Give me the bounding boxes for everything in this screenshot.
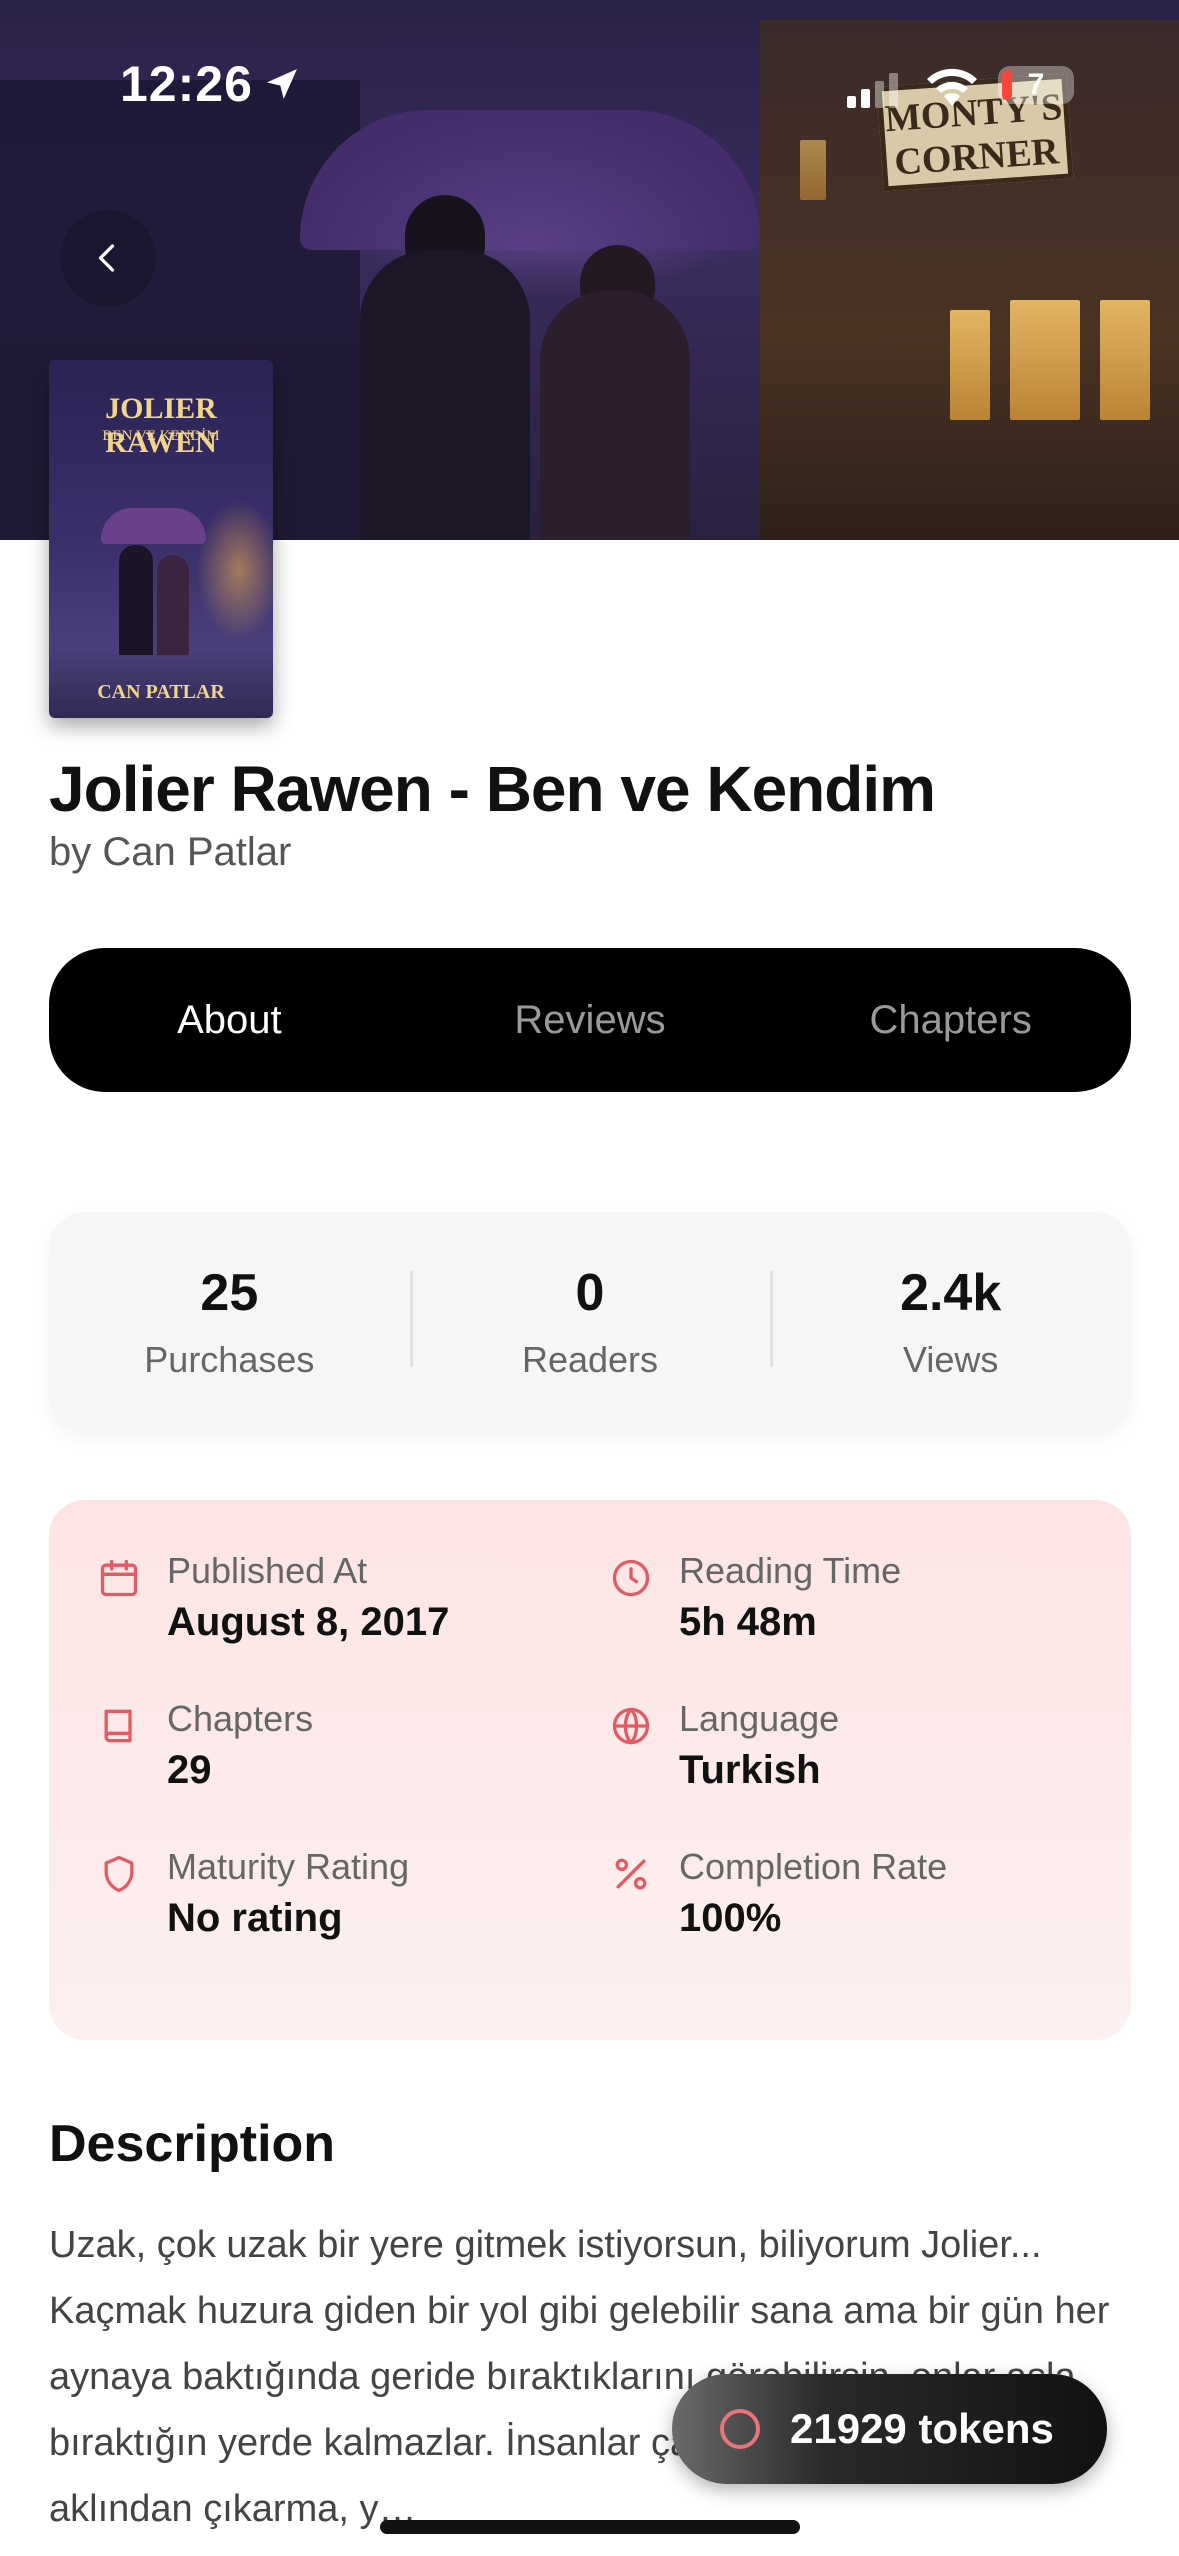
tab-chapters[interactable]: Chapters [770, 948, 1131, 1092]
detail-maturity-rating: Maturity Rating No rating [97, 1846, 577, 1956]
detail-value: 100% [679, 1896, 782, 1940]
stat-readers: 0 Readers [409, 1263, 771, 1381]
battery-percentage: 7 [1027, 68, 1045, 101]
detail-label: Completion Rate [679, 1846, 948, 1887]
book-cover: JOLIER RAWEN BEN VE KENDİM CAN PATLAR [49, 360, 273, 718]
globe-icon [612, 1707, 650, 1745]
detail-value: August 8, 2017 [167, 1600, 450, 1644]
detail-value: 5h 48m [679, 1600, 817, 1644]
stat-label: Views [902, 1339, 999, 1380]
home-indicator[interactable] [380, 2520, 800, 2534]
tokens-label: 21929 tokens [790, 2405, 1054, 2452]
stat-value: 25 [200, 1264, 259, 1322]
hero-window [1100, 300, 1150, 420]
status-time: 12:26 [120, 56, 253, 112]
clock-icon [612, 1559, 650, 1597]
detail-label: Reading Time [679, 1550, 902, 1591]
stat-label: Readers [521, 1339, 659, 1380]
detail-value: No rating [167, 1896, 343, 1940]
hero-figure [540, 290, 690, 540]
cover-subtitle: BEN VE KENDİM [102, 428, 220, 444]
detail-label: Maturity Rating [167, 1846, 410, 1887]
stat-purchases: 25 Purchases [49, 1263, 410, 1381]
shield-icon [104, 1855, 134, 1893]
battery-indicator: 7 [998, 66, 1074, 104]
cover-figure [119, 545, 153, 655]
cover-title: JOLIER RAWEN [105, 392, 217, 459]
detail-label: Published At [167, 1550, 368, 1591]
stat-value: 2.4k [900, 1264, 1002, 1322]
detail-label: Language [679, 1698, 840, 1739]
token-ring-icon [720, 2409, 760, 2449]
cover-author: CAN PATLAR [97, 681, 225, 703]
cover-figure [157, 555, 189, 655]
calendar-icon [100, 1559, 138, 1597]
hero-window [1010, 300, 1080, 420]
stats-card: 25 Purchases 0 Readers 2.4k Views [49, 1212, 1131, 1432]
back-button[interactable] [60, 210, 156, 306]
wifi-icon [927, 68, 977, 106]
stat-views: 2.4k Views [770, 1263, 1131, 1381]
detail-label: Chapters [167, 1698, 314, 1739]
hero-window [950, 310, 990, 420]
chevron-left-icon [98, 244, 115, 272]
status-bar: 12:26 7 [0, 0, 1179, 170]
book-icon [104, 1709, 132, 1743]
tab-about[interactable]: About [49, 948, 410, 1092]
detail-value: 29 [167, 1748, 212, 1792]
tab-bar: About Reviews Chapters [49, 948, 1131, 1092]
detail-published-at: Published At August 8, 2017 [97, 1550, 577, 1660]
percent-icon [615, 1858, 647, 1890]
book-title: Jolier Rawen - Ben ve Kendim [49, 753, 936, 825]
book-details-card: Published At August 8, 2017 Reading Time… [49, 1500, 1131, 2040]
tokens-button[interactable]: 21929 tokens [672, 2374, 1107, 2484]
detail-chapters: Chapters 29 [97, 1698, 577, 1808]
cover-umbrella [101, 508, 206, 544]
hero-figure [360, 250, 530, 540]
detail-value: Turkish [679, 1748, 821, 1792]
detail-language: Language Turkish [609, 1698, 1089, 1808]
tab-reviews[interactable]: Reviews [410, 948, 771, 1092]
description-heading: Description [49, 2115, 336, 2173]
book-author: by Can Patlar [49, 830, 292, 874]
stat-label: Purchases [144, 1339, 315, 1380]
detail-reading-time: Reading Time 5h 48m [609, 1550, 1089, 1660]
location-arrow-icon [267, 69, 297, 99]
cellular-signal-icon [847, 73, 898, 108]
detail-completion-rate: Completion Rate 100% [609, 1846, 1089, 1956]
stat-value: 0 [575, 1264, 605, 1322]
